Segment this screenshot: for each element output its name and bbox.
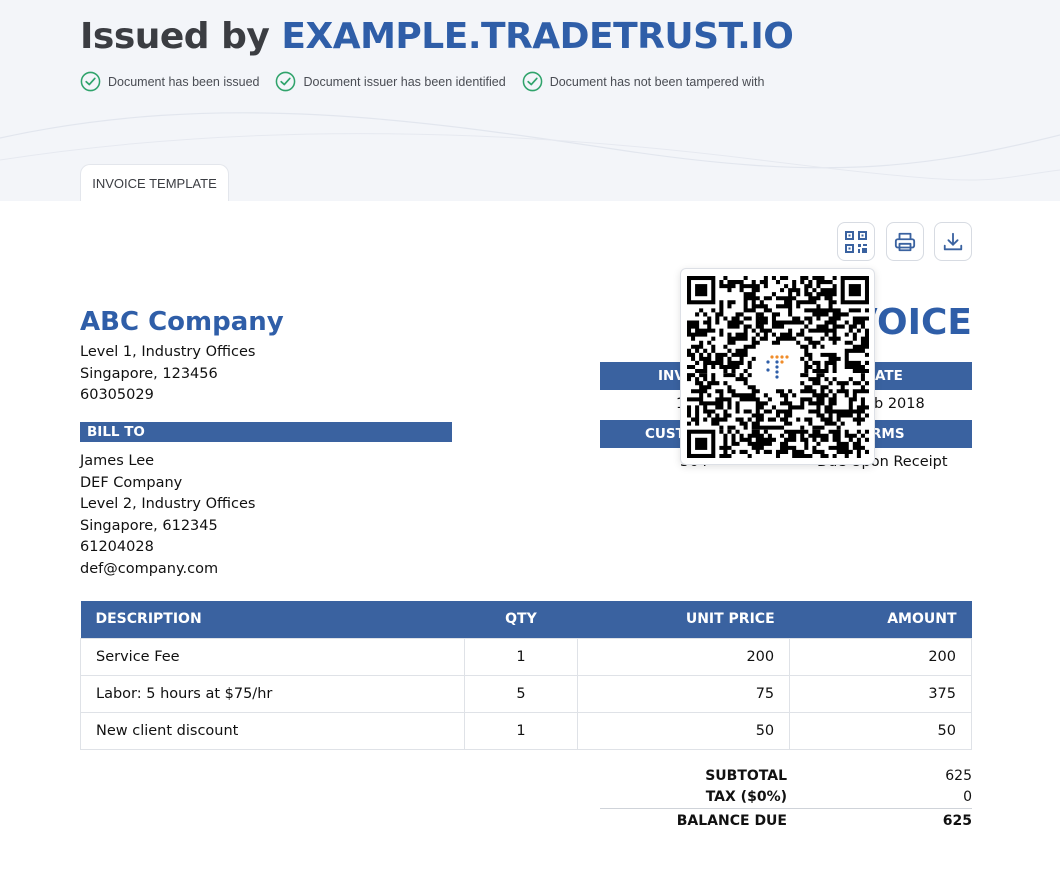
- totals-block: SUBTOTAL 625 TAX ($0%) 0 BALANCE DUE 625: [600, 765, 972, 832]
- bill-to-line: DEF Company: [80, 474, 183, 491]
- item-unit-price: 200: [577, 637, 791, 676]
- tradetrust-logo-dot: [774, 374, 779, 379]
- check-circle-icon: [276, 71, 296, 92]
- tab-invoice-template[interactable]: INVOICE TEMPLATE: [80, 164, 229, 201]
- table-row: New client discount 1 50 50: [80, 711, 972, 750]
- tradetrust-logo-dot: [765, 367, 770, 372]
- balance-due-label: BALANCE DUE: [676, 812, 787, 829]
- item-amount: 50: [789, 711, 972, 750]
- subtotal-label: SUBTOTAL: [705, 767, 787, 784]
- tradetrust-logo-dot: [765, 359, 770, 364]
- download-icon: [943, 232, 963, 250]
- tradetrust-logo-dot: [779, 359, 784, 364]
- company-address-line: Singapore, 123456: [80, 365, 218, 382]
- invoice-date-value: b 2018: [874, 396, 925, 412]
- item-qty: 5: [463, 674, 579, 713]
- column-header-qty: QTY: [464, 601, 578, 638]
- table-row: Service Fee 1 200 200: [80, 637, 972, 676]
- check-circle-icon: [522, 71, 543, 92]
- item-description: New client discount: [80, 711, 465, 750]
- check-identified: Document issuer has been identified: [275, 71, 506, 92]
- tradetrust-logo-dot: [779, 354, 784, 359]
- printer-icon: [894, 232, 916, 251]
- bill-to-heading: BILL TO: [80, 422, 452, 442]
- verification-header: Issued by EXAMPLE.TRADETRUST.IO Document…: [0, 0, 1060, 201]
- item-qty: 1: [463, 637, 579, 676]
- column-header-unit-price: UNIT PRICE: [577, 601, 790, 638]
- check-issued: Document has been issued: [80, 71, 259, 92]
- tradetrust-logo-dot: [774, 364, 779, 369]
- item-description: Labor: 5 hours at $75/hr: [80, 674, 465, 713]
- check-not-tampered: Document has not been tampered with: [522, 71, 765, 92]
- company-name: ABC Company: [80, 307, 284, 337]
- item-amount: 200: [789, 637, 972, 676]
- bill-to-line: Singapore, 612345: [80, 517, 218, 534]
- qr-code-button[interactable]: [837, 222, 875, 261]
- tradetrust-logo-dot: [769, 354, 774, 359]
- item-qty: 1: [463, 711, 579, 750]
- download-button[interactable]: [934, 222, 972, 261]
- customer-id-label: CUST: [645, 426, 685, 442]
- balance-due-row: BALANCE DUE 625: [600, 808, 972, 832]
- tradetrust-logo-dot: [784, 354, 789, 359]
- item-unit-price: 50: [577, 711, 791, 750]
- bill-to-line: def@company.com: [80, 560, 219, 577]
- tax-label: TAX ($0%): [705, 789, 787, 806]
- qr-code-icon: [845, 230, 867, 253]
- column-header-amount: AMOUNT: [789, 601, 972, 638]
- issued-by-heading: Issued by EXAMPLE.TRADETRUST.IO: [80, 16, 794, 57]
- subtotal-row: SUBTOTAL 625: [600, 765, 972, 787]
- qr-code-popup: [680, 268, 875, 465]
- qr-code-image: [686, 275, 869, 458]
- column-header-description: DESCRIPTION: [80, 601, 465, 638]
- item-amount: 375: [789, 674, 972, 713]
- item-description: Service Fee: [80, 637, 465, 676]
- item-unit-price: 75: [577, 674, 791, 713]
- table-row: Labor: 5 hours at $75/hr 5 75 375: [80, 674, 972, 713]
- terms-label: RMS: [871, 426, 905, 442]
- bill-to-line: 61204028: [80, 539, 154, 556]
- bill-to-line: Level 2, Industry Offices: [80, 496, 256, 513]
- issued-prefix: Issued by: [80, 16, 270, 57]
- check-not-tampered-label: Document has not been tampered with: [549, 74, 765, 89]
- invoice-date-label: ATE: [875, 368, 903, 384]
- line-items-table: DESCRIPTION QTY UNIT PRICE AMOUNT Servic…: [80, 601, 972, 750]
- company-address-line: Level 1, Industry Offices: [80, 344, 256, 360]
- table-header-row: DESCRIPTION QTY UNIT PRICE AMOUNT: [80, 601, 972, 638]
- check-identified-label: Document issuer has been identified: [303, 74, 506, 89]
- bill-to-details: James Lee DEF Company Level 2, Industry …: [80, 451, 255, 581]
- bill-to-line: James Lee: [80, 453, 155, 469]
- check-circle-icon: [80, 71, 101, 92]
- tradetrust-logo-dot: [774, 359, 779, 364]
- tradetrust-logo-dot: [774, 354, 779, 359]
- company-address: Level 1, Industry Offices Singapore, 123…: [80, 342, 255, 407]
- tradetrust-logo-dot: [774, 369, 779, 374]
- print-button[interactable]: [886, 222, 924, 261]
- subtotal-value: 625: [945, 767, 972, 784]
- issuer-domain: EXAMPLE.TRADETRUST.IO: [281, 16, 794, 57]
- company-phone: 60305029: [80, 387, 154, 404]
- balance-due-value: 625: [942, 812, 972, 829]
- check-issued-label: Document has been issued: [108, 74, 260, 89]
- tax-row: TAX ($0%) 0: [600, 787, 972, 809]
- verification-checks: Document has been issued Document issuer…: [80, 71, 780, 92]
- tax-value: 0: [963, 789, 972, 806]
